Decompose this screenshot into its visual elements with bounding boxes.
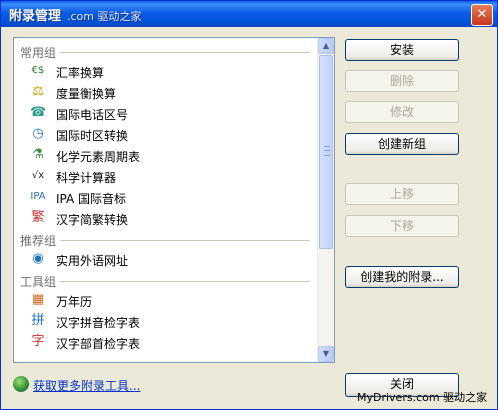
list-item[interactable]: 拼汉字拼音检字表 bbox=[14, 311, 318, 332]
group-label: 推荐组 bbox=[20, 232, 61, 249]
list-item-label: 科学计算器 bbox=[56, 171, 117, 185]
list-item[interactable]: 繁汉字简繁转换 bbox=[14, 208, 318, 229]
watermark: MyDrivers.com 驱动之家 bbox=[357, 391, 488, 404]
list-item[interactable]: ▦ 万年历 bbox=[14, 290, 318, 311]
list-item-label: 实用外语网址 bbox=[56, 254, 129, 268]
vertical-scrollbar[interactable]: ▲ ▼ bbox=[317, 38, 334, 362]
list-item[interactable]: ⚗ 化学元素周期表 bbox=[14, 145, 318, 166]
list-item[interactable]: 字汉字部首检字表 bbox=[14, 332, 318, 353]
list-item[interactable]: ☎ 国际电话区号 bbox=[14, 103, 318, 124]
pinyin-icon: 拼 bbox=[31, 313, 45, 328]
window-close-icon[interactable]: ✕ bbox=[471, 4, 493, 26]
group-header: 常用组 bbox=[14, 41, 318, 61]
list-item[interactable]: €$ 汇率换算 bbox=[14, 61, 318, 82]
group-label: 工具组 bbox=[20, 273, 61, 290]
list-item[interactable]: IPA IPA 国际音标 bbox=[14, 187, 318, 208]
scrollbar-thumb[interactable] bbox=[319, 55, 333, 249]
currency-icon: €$ bbox=[31, 65, 45, 76]
list-item-label: 万年历 bbox=[56, 295, 93, 309]
radical-icon: 字 bbox=[31, 334, 45, 349]
list-item-label: 度量衡换算 bbox=[56, 87, 117, 101]
scroll-down-arrow-icon[interactable]: ▼ bbox=[318, 346, 334, 362]
list-item-label: IPA 国际音标 bbox=[56, 192, 127, 206]
window-title-extra: .com 驱动之家 bbox=[67, 10, 142, 23]
globe-icon: ◉ bbox=[32, 251, 44, 266]
list-item[interactable]: ◉ 实用外语网址 bbox=[14, 249, 318, 270]
window-title-text: 附录管理 bbox=[9, 9, 62, 24]
modify-button[interactable]: 修改 bbox=[345, 101, 459, 123]
new-group-button[interactable]: 创建新组 bbox=[345, 133, 459, 155]
list-item[interactable]: ⚖ 度量衡换算 bbox=[14, 82, 318, 103]
move-down-button[interactable]: 下移 bbox=[345, 215, 459, 237]
ipa-icon: IPA bbox=[30, 191, 46, 202]
appendix-list[interactable]: 常用组 €$ 汇率换算 ⚖ 度量衡换算 ☎ 国际电话区号 ◷ 国际时区转换 ⚗ 化学元素周期表 √x 科… bbox=[13, 37, 335, 363]
list-item[interactable]: ◷ 国际时区转换 bbox=[14, 124, 318, 145]
sqrt-icon: √x bbox=[31, 170, 45, 181]
hanzi-convert-icon: 繁 bbox=[31, 210, 45, 225]
calendar-icon: ▦ bbox=[31, 292, 45, 307]
list-item[interactable]: √x 科学计算器 bbox=[14, 166, 318, 187]
scale-icon: ⚖ bbox=[32, 84, 44, 99]
create-my-appendix-button[interactable]: 创建我的附录... bbox=[345, 266, 459, 288]
grip-icon bbox=[324, 146, 330, 156]
list-item-label: 汉字拼音检字表 bbox=[56, 316, 141, 330]
phone-icon: ☎ bbox=[30, 105, 47, 120]
flask-icon: ⚗ bbox=[32, 147, 44, 162]
list-item-label: 化学元素周期表 bbox=[56, 150, 141, 164]
list-item-label: 国际时区转换 bbox=[56, 129, 129, 143]
title-bar[interactable]: 附录管理 .com 驱动之家 ✕ bbox=[1, 1, 497, 27]
move-up-button[interactable]: 上移 bbox=[345, 183, 459, 205]
list-item-label: 国际电话区号 bbox=[56, 108, 129, 122]
list-item-label: 汉字部首检字表 bbox=[56, 337, 141, 351]
globe-icon bbox=[13, 376, 29, 392]
list-item-label: 汇率换算 bbox=[56, 66, 105, 80]
scroll-up-arrow-icon[interactable]: ▲ bbox=[318, 38, 334, 54]
delete-button[interactable]: 删除 bbox=[345, 70, 459, 92]
list-item-label: 汉字简繁转换 bbox=[56, 213, 129, 227]
window-title: 附录管理 .com 驱动之家 bbox=[9, 5, 142, 24]
group-label: 常用组 bbox=[20, 44, 61, 61]
group-header: 推荐组 bbox=[14, 229, 318, 249]
group-header: 工具组 bbox=[14, 270, 318, 290]
appendix-list-content: 常用组 €$ 汇率换算 ⚖ 度量衡换算 ☎ 国际电话区号 ◷ 国际时区转换 ⚗ 化学元素周期表 √x 科… bbox=[14, 38, 318, 362]
install-button[interactable]: 安装 bbox=[345, 39, 459, 61]
clock-icon: ◷ bbox=[32, 126, 44, 141]
appendix-manager-window: 附录管理 .com 驱动之家 ✕ 常用组 €$ 汇率换算 ⚖ 度量衡换算 ☎ 国际电话区号 ◷ 国… bbox=[0, 0, 498, 410]
get-more-tools-link[interactable]: 获取更多附录工具... bbox=[33, 377, 140, 394]
